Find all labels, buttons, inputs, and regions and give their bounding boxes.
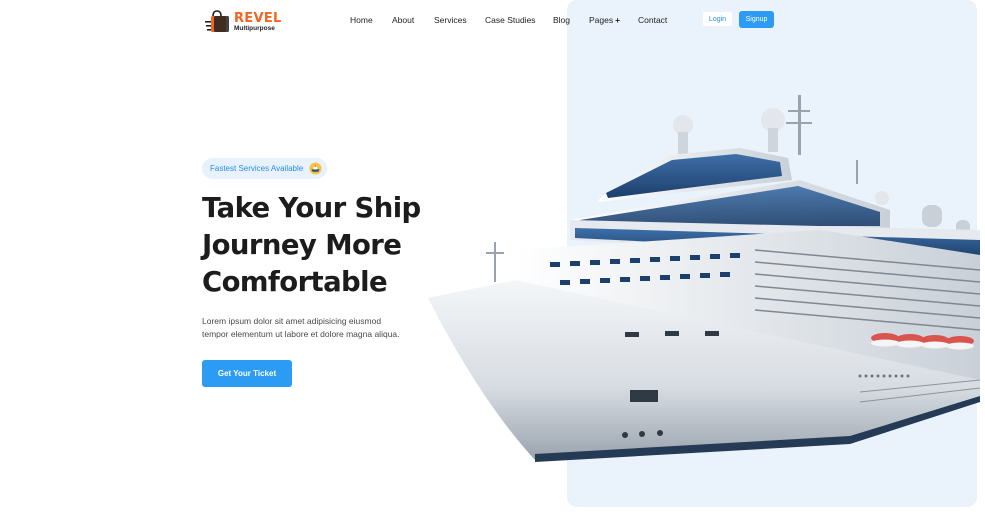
nav-item-case-studies[interactable]: Case Studies — [485, 15, 536, 25]
get-ticket-button[interactable]: Get Your Ticket — [202, 360, 292, 387]
nav-item-services[interactable]: Services — [434, 15, 467, 25]
nav-item-home[interactable]: Home — [350, 15, 373, 25]
services-badge: Fastest Services Available — [202, 158, 328, 179]
brand-tagline: Multipurpose — [234, 24, 275, 32]
hero-description: Lorem ipsum dolor sit amet adipisicing e… — [202, 315, 412, 340]
signup-button[interactable]: Signup — [739, 11, 774, 28]
shopping-bag-logo-icon — [205, 10, 229, 32]
nav-item-about[interactable]: About — [392, 15, 414, 25]
brand-logo[interactable]: REVEL Multipurpose — [204, 9, 282, 35]
nav-item-blog[interactable]: Blog — [553, 15, 570, 25]
brand-name: REVEL — [234, 10, 282, 26]
nav-item-pages[interactable]: Pages — [589, 15, 620, 25]
hero-description-line: tempor elementum ut labore et dolore mag… — [202, 328, 400, 339]
cruise-ship-illustration — [428, 95, 980, 462]
ship-icon — [309, 162, 322, 175]
badge-text: Fastest Services Available — [210, 164, 304, 173]
login-button[interactable]: Login — [702, 11, 733, 27]
hero-description-line: Lorem ipsum dolor sit amet adipisicing e… — [202, 316, 382, 326]
nav-item-contact[interactable]: Contact — [638, 15, 667, 25]
